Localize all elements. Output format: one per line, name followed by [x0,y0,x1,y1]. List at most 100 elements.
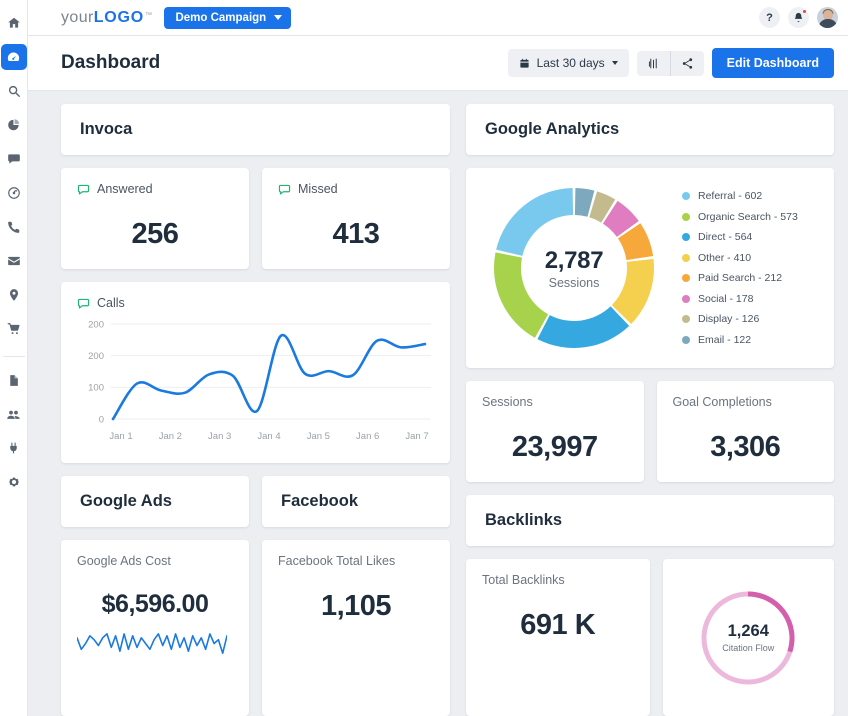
sidebar-item-integrations[interactable] [1,435,27,461]
metric-google-ads-cost[interactable]: Google Ads Cost $6,596.00 [61,540,249,716]
donut-segment [537,306,630,348]
date-range-label: Last 30 days [536,56,605,70]
date-range-selector[interactable]: Last 30 days [507,49,629,77]
analytics-metrics-row: Sessions 23,997 Goal Completions 3,306 [466,381,834,482]
logo: your LOGO ™ [61,9,152,27]
comment-icon [278,184,291,194]
donut-segment [611,258,654,324]
legend-color-swatch [682,315,690,324]
page-header: Dashboard Last 30 days Edit Dashboard [28,36,848,91]
logo-trademark: ™ [145,11,153,19]
sidebar [0,0,28,716]
metric-value: 256 [131,218,179,250]
ads-social-metrics-row: Google Ads Cost $6,596.00 Facebook Total… [61,540,450,716]
sidebar-item-home[interactable] [1,10,27,36]
svg-text:Jan 5: Jan 5 [307,431,330,442]
donut-chart: 2,787 Sessions [488,182,660,354]
share-icon [682,57,692,69]
metric-label: Facebook Total Likes [278,554,396,568]
top-bar: your LOGO ™ Demo Campaign ? [28,0,848,36]
calendar-icon [519,58,529,68]
donut-segment [494,252,549,338]
legend-label: Other - 410 [698,251,752,264]
metric-facebook-likes[interactable]: Facebook Total Likes 1,105 [262,540,450,716]
metric-value: 23,997 [511,431,598,463]
metric-value: 413 [332,218,380,250]
metric-label: Sessions [482,395,533,409]
legend-item[interactable]: Social - 178 [682,293,798,305]
sidebar-item-settings[interactable] [1,469,27,495]
comment-icon [77,184,90,194]
legend-item[interactable]: Direct - 564 [682,231,798,243]
legend-color-swatch [682,253,690,262]
metric-label: Total Backlinks [482,573,565,587]
chevron-down-icon [274,15,283,20]
sidebar-item-messages[interactable] [1,146,27,172]
sidebar-item-dashboard[interactable] [0,44,27,70]
sidebar-item-search[interactable] [1,78,27,104]
gauge-center-label: 1,264 Citation Flow [696,586,800,690]
sidebar-item-users[interactable] [1,401,27,427]
comment-icon [77,298,90,308]
legend-item[interactable]: Other - 410 [682,252,798,264]
campaign-selector[interactable]: Demo Campaign [164,6,292,29]
gauge-label: Citation Flow [722,643,775,653]
columns-icon [648,58,657,68]
legend-color-swatch [682,335,690,344]
logo-bold-text: LOGO [93,8,145,26]
sidebar-item-locations[interactable] [1,282,27,308]
sidebar-item-ecommerce[interactable] [1,316,27,342]
backlinks-metrics-row: Total Backlinks 691 K 1,264 Citation Flo… [466,559,834,716]
metric-sessions[interactable]: Sessions 23,997 [466,381,644,482]
metric-missed[interactable]: Missed 413 [262,168,450,269]
sidebar-item-documents[interactable] [1,367,27,393]
panel-title: Invoca [80,120,133,138]
chart-sessions-donut[interactable]: 2,787 Sessions Referral - 602 Organic Sea… [466,168,834,368]
edit-dashboard-button[interactable]: Edit Dashboard [711,48,834,78]
sidebar-item-email[interactable] [1,248,27,274]
svg-text:Jan 3: Jan 3 [208,431,231,442]
legend-item[interactable]: Display - 126 [682,313,798,325]
metric-goal-completions[interactable]: Goal Completions 3,306 [656,381,834,482]
metric-label: Answered [77,182,233,196]
panel-backlinks: Backlinks [466,495,834,546]
notifications-button[interactable] [788,7,809,28]
metric-citation-flow[interactable]: 1,264 Citation Flow [662,559,834,716]
legend-item[interactable]: Email - 122 [682,334,798,346]
legend-color-swatch [682,233,690,242]
help-icon: ? [766,11,773,24]
svg-text:Jan 4: Jan 4 [257,431,280,442]
help-button[interactable]: ? [759,7,780,28]
notification-badge [802,9,807,14]
legend-label: Direct - 564 [698,231,753,244]
legend-label: Display - 126 [698,313,760,326]
invoca-metrics-row: Answered 256 Missed 413 [61,168,450,269]
legend-item[interactable]: Organic Search - 573 [682,211,798,223]
legend-color-swatch [682,294,690,303]
sidebar-item-goals[interactable] [1,180,27,206]
metric-label: Google Ads Cost [77,554,171,568]
svg-text:100: 100 [88,383,104,394]
chart-calls[interactable]: Calls 200 200 100 0 Jan 1 Jan 2 Jan 3 Jan 4 Jan… [61,282,450,463]
avatar[interactable] [817,7,838,28]
panel-title: Facebook [281,492,359,510]
sidebar-item-reports[interactable] [1,112,27,138]
legend-label: Email - 122 [698,333,752,346]
metric-value: 3,306 [710,431,781,463]
svg-text:Jan 2: Jan 2 [159,431,182,442]
metric-total-backlinks[interactable]: Total Backlinks 691 K [466,559,650,716]
calls-line-chart: 200 200 100 0 Jan 1 Jan 2 Jan 3 Jan 4 Jan 5 Jan … [88,319,431,442]
metric-value: $6,596.00 [101,590,209,618]
panel-google-analytics: Google Analytics [466,104,834,155]
google-ads-sparkline [76,633,228,654]
share-button[interactable] [671,51,704,76]
legend-item[interactable]: Paid Search - 212 [682,272,798,284]
legend-item[interactable]: Referral - 602 [682,190,798,202]
metric-answered[interactable]: Answered 256 [61,168,249,269]
right-column: Google Analytics 2,787 Sessions Referral… [466,104,834,716]
legend-label: Referral - 602 [698,190,763,203]
sidebar-item-calls[interactable] [1,214,27,240]
legend-color-swatch [682,274,690,283]
page-header-actions: Last 30 days Edit Dashboard [507,48,834,78]
columns-button[interactable] [637,51,670,76]
